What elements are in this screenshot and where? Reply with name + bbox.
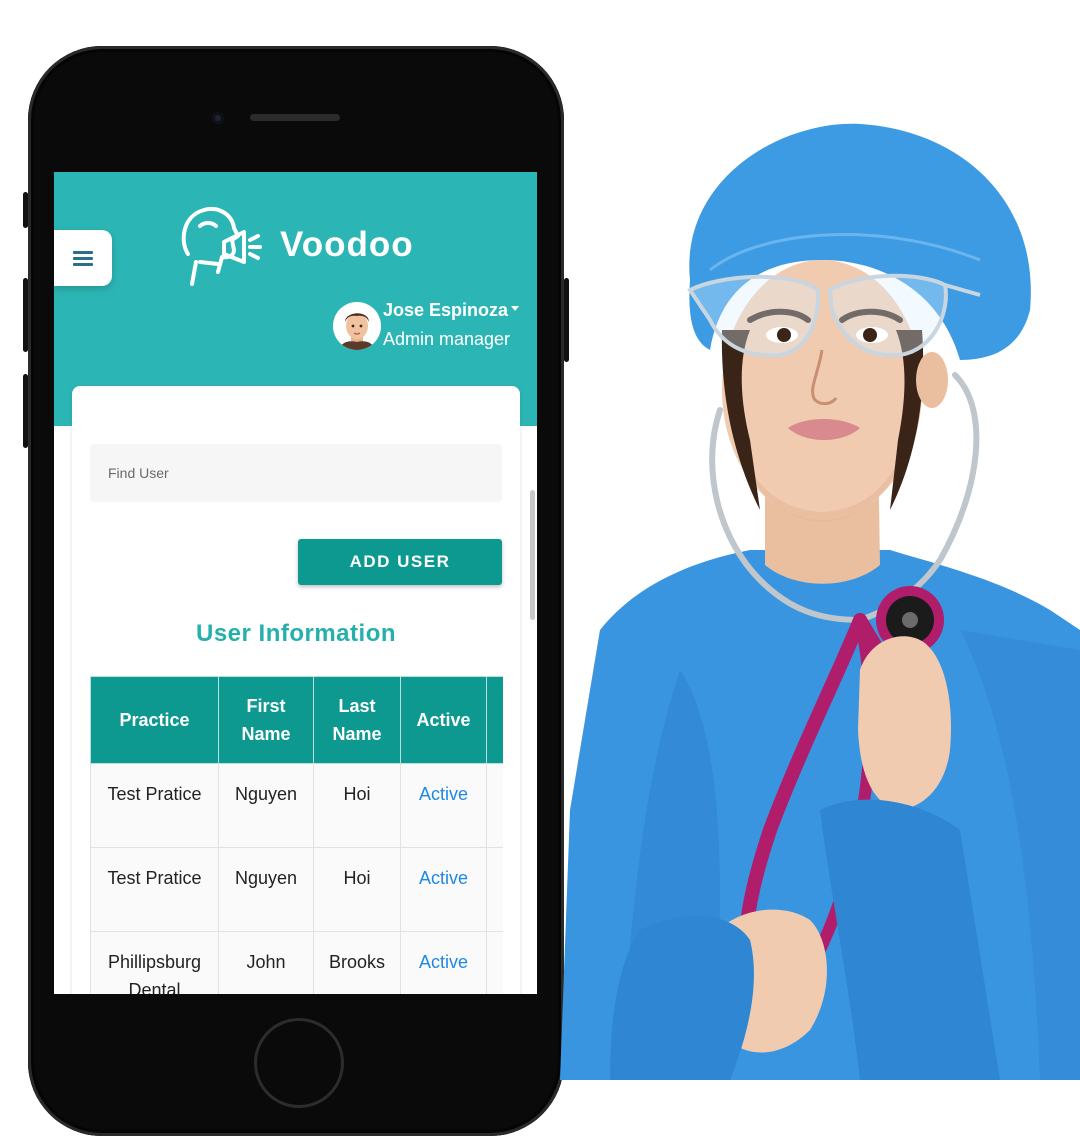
column-header-practice[interactable]: Practice (90, 676, 219, 764)
user-menu[interactable]: Jose Espinoza Admin manager (332, 300, 519, 350)
cell-first-name: John (218, 931, 314, 994)
cell-active-link[interactable]: Active (400, 763, 487, 848)
cell-last-name: Hoi (313, 847, 401, 932)
find-user-input[interactable] (90, 444, 502, 502)
volume-up-button (23, 278, 28, 352)
earpiece-speaker (250, 114, 340, 121)
cell-overflow (486, 847, 503, 932)
cell-practice: Test Pratice (90, 763, 219, 848)
user-management-card: ADD USER User Information Practice First… (72, 386, 520, 994)
mute-switch (23, 192, 28, 228)
menu-button[interactable] (54, 230, 112, 286)
column-header-overflow (486, 676, 503, 764)
home-button (254, 1018, 344, 1108)
page-scrollbar[interactable] (530, 490, 535, 620)
cell-last-name: Brooks (313, 931, 401, 994)
right-hand (858, 636, 951, 810)
cell-first-name: Nguyen (218, 763, 314, 848)
app-name: Voodoo (280, 225, 414, 264)
user-table: Practice First Name Last Name Active Tes… (90, 676, 503, 994)
nurse-photo (560, 123, 1080, 1080)
speaking-head-icon (181, 207, 262, 286)
user-info: Jose Espinoza Admin manager (383, 300, 519, 350)
user-name: Jose Espinoza (382, 300, 508, 320)
cell-practice: Phillipsburg Dental Associates (90, 931, 219, 994)
cell-practice: Test Pratice (90, 847, 219, 932)
section-title: User Information (195, 620, 397, 647)
cell-first-name: Nguyen (218, 847, 314, 932)
table-header-row: Practice First Name Last Name Active (90, 676, 503, 764)
front-camera (212, 112, 224, 124)
cell-last-name: Hoi (313, 763, 401, 848)
user-name-row: Jose Espinoza (383, 300, 519, 321)
table-row: Phillipsburg Dental Associates John Broo… (90, 931, 503, 994)
cell-active-link[interactable]: Active (400, 847, 487, 932)
add-user-button[interactable]: ADD USER (298, 539, 502, 585)
column-header-last-name[interactable]: Last Name (313, 676, 401, 764)
cell-overflow (486, 763, 503, 848)
column-header-first-name[interactable]: First Name (218, 676, 314, 764)
hamburger-icon (73, 250, 93, 266)
avatar-illustration (332, 302, 381, 350)
volume-down-button (23, 374, 28, 448)
user-role: Admin manager (382, 329, 511, 349)
phone-mockup: Voodoo Jose Espinoza Admin manager Find … (23, 46, 569, 1136)
table-row: Test Pratice Nguyen Hoi Active (90, 763, 503, 848)
cell-active-link[interactable]: Active (400, 931, 487, 994)
cell-overflow (486, 931, 503, 994)
user-avatar (332, 302, 381, 350)
table-row: Test Pratice Nguyen Hoi Active (90, 847, 503, 932)
app-screen: Voodoo Jose Espinoza Admin manager Find … (54, 172, 537, 994)
column-header-active[interactable]: Active (400, 676, 487, 764)
app-logo: Voodoo (178, 202, 414, 288)
user-table-scroll[interactable]: Practice First Name Last Name Active Tes… (90, 676, 503, 994)
caret-down-icon (511, 306, 519, 312)
